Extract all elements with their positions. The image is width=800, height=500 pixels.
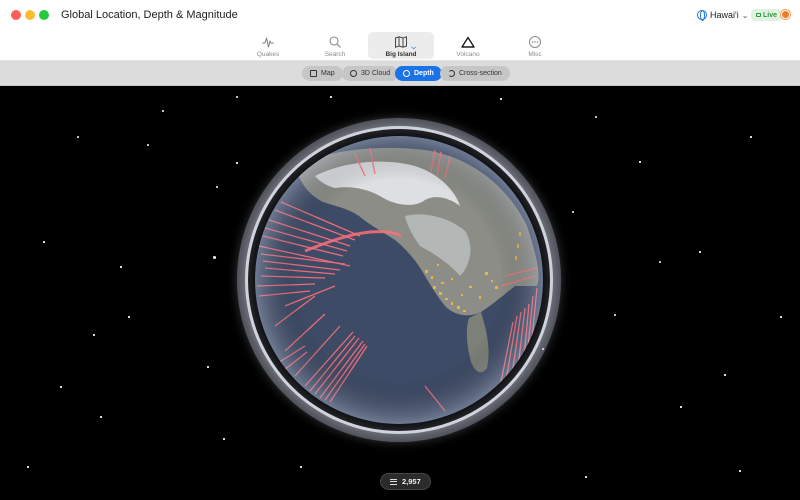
- app-window: Global Location, Depth & Magnitude Hawai…: [0, 0, 800, 500]
- star: [43, 241, 45, 243]
- tab-search[interactable]: Search: [302, 32, 368, 59]
- star: [585, 476, 587, 478]
- tab-misc[interactable]: Misc: [502, 32, 568, 59]
- window-title: Global Location, Depth & Magnitude: [61, 9, 238, 21]
- event-count: 2,957: [402, 477, 421, 486]
- star: [614, 314, 616, 316]
- star: [77, 136, 79, 138]
- star: [207, 366, 209, 368]
- chevron-down-icon: ⌄: [741, 10, 749, 20]
- star: [739, 470, 741, 472]
- minimize-window-button[interactable]: [25, 10, 35, 20]
- title-bar: Global Location, Depth & Magnitude Hawai…: [0, 0, 800, 30]
- map-icon: [394, 35, 408, 49]
- main-toolbar: Quakes Search Big Island Volcano Misc: [0, 30, 800, 61]
- view-mode-bar: Map 3D Cloud Depth Cross-section: [0, 61, 800, 86]
- star: [236, 96, 238, 98]
- more-icon: [528, 35, 542, 49]
- view-map-button[interactable]: Map: [302, 66, 343, 81]
- star: [780, 316, 782, 318]
- view-3d-cloud-label: 3D Cloud: [361, 70, 391, 77]
- star: [100, 416, 102, 418]
- star: [724, 374, 726, 376]
- tab-quakes-label: Quakes: [256, 51, 280, 58]
- view-depth-label: Depth: [414, 70, 434, 77]
- list-icon: [390, 478, 397, 485]
- globe-icon: [697, 10, 707, 21]
- sun-icon[interactable]: [782, 11, 789, 18]
- view-depth-button[interactable]: Depth: [395, 66, 442, 81]
- region-label: Hawai'i: [710, 10, 739, 20]
- star: [330, 96, 332, 98]
- live-icon: [756, 13, 761, 17]
- event-count-badge[interactable]: 2,957: [380, 473, 431, 490]
- star: [639, 161, 641, 163]
- region-selector[interactable]: Hawai'i ⌄: [697, 8, 748, 22]
- cross-section-icon: [448, 70, 455, 77]
- view-map-label: Map: [321, 70, 335, 77]
- tab-search-label: Search: [324, 51, 346, 58]
- globe-scene[interactable]: 2,957: [0, 86, 800, 500]
- view-cross-section-label: Cross-section: [459, 70, 502, 77]
- globe[interactable]: [255, 136, 543, 424]
- star: [500, 98, 502, 100]
- pulse-icon: [261, 35, 275, 49]
- depth-icon: [403, 70, 410, 77]
- search-icon: [328, 35, 342, 49]
- star: [120, 266, 122, 268]
- volcano-icon: [461, 35, 475, 49]
- view-cross-section-button[interactable]: Cross-section: [440, 66, 510, 81]
- tab-big-island-label: Big Island: [385, 51, 417, 58]
- chevron-down-icon[interactable]: ⌄: [409, 41, 419, 52]
- star: [680, 406, 682, 408]
- star: [223, 438, 225, 440]
- close-window-button[interactable]: [11, 10, 21, 20]
- star: [27, 466, 29, 468]
- star: [572, 211, 574, 213]
- tab-misc-label: Misc: [528, 51, 542, 58]
- map-icon: [310, 70, 317, 77]
- tab-quakes[interactable]: Quakes: [235, 32, 301, 59]
- star: [595, 116, 597, 118]
- star: [162, 110, 164, 112]
- star: [216, 186, 218, 188]
- tab-big-island[interactable]: Big Island: [368, 32, 434, 59]
- tab-volcano[interactable]: Volcano: [435, 32, 501, 59]
- zoom-window-button[interactable]: [39, 10, 49, 20]
- live-badge[interactable]: Live: [751, 9, 783, 21]
- view-3d-cloud-button[interactable]: 3D Cloud: [342, 66, 399, 81]
- star: [147, 144, 149, 146]
- star: [236, 162, 238, 164]
- live-label: Live: [763, 11, 778, 19]
- star: [300, 466, 302, 468]
- star: [93, 334, 95, 336]
- star: [128, 316, 130, 318]
- cube-icon: [350, 70, 357, 77]
- globe-surface: [255, 136, 543, 424]
- tab-volcano-label: Volcano: [456, 51, 480, 58]
- star: [213, 256, 216, 259]
- star: [699, 251, 701, 253]
- star: [659, 261, 661, 263]
- star: [750, 136, 752, 138]
- star: [60, 386, 62, 388]
